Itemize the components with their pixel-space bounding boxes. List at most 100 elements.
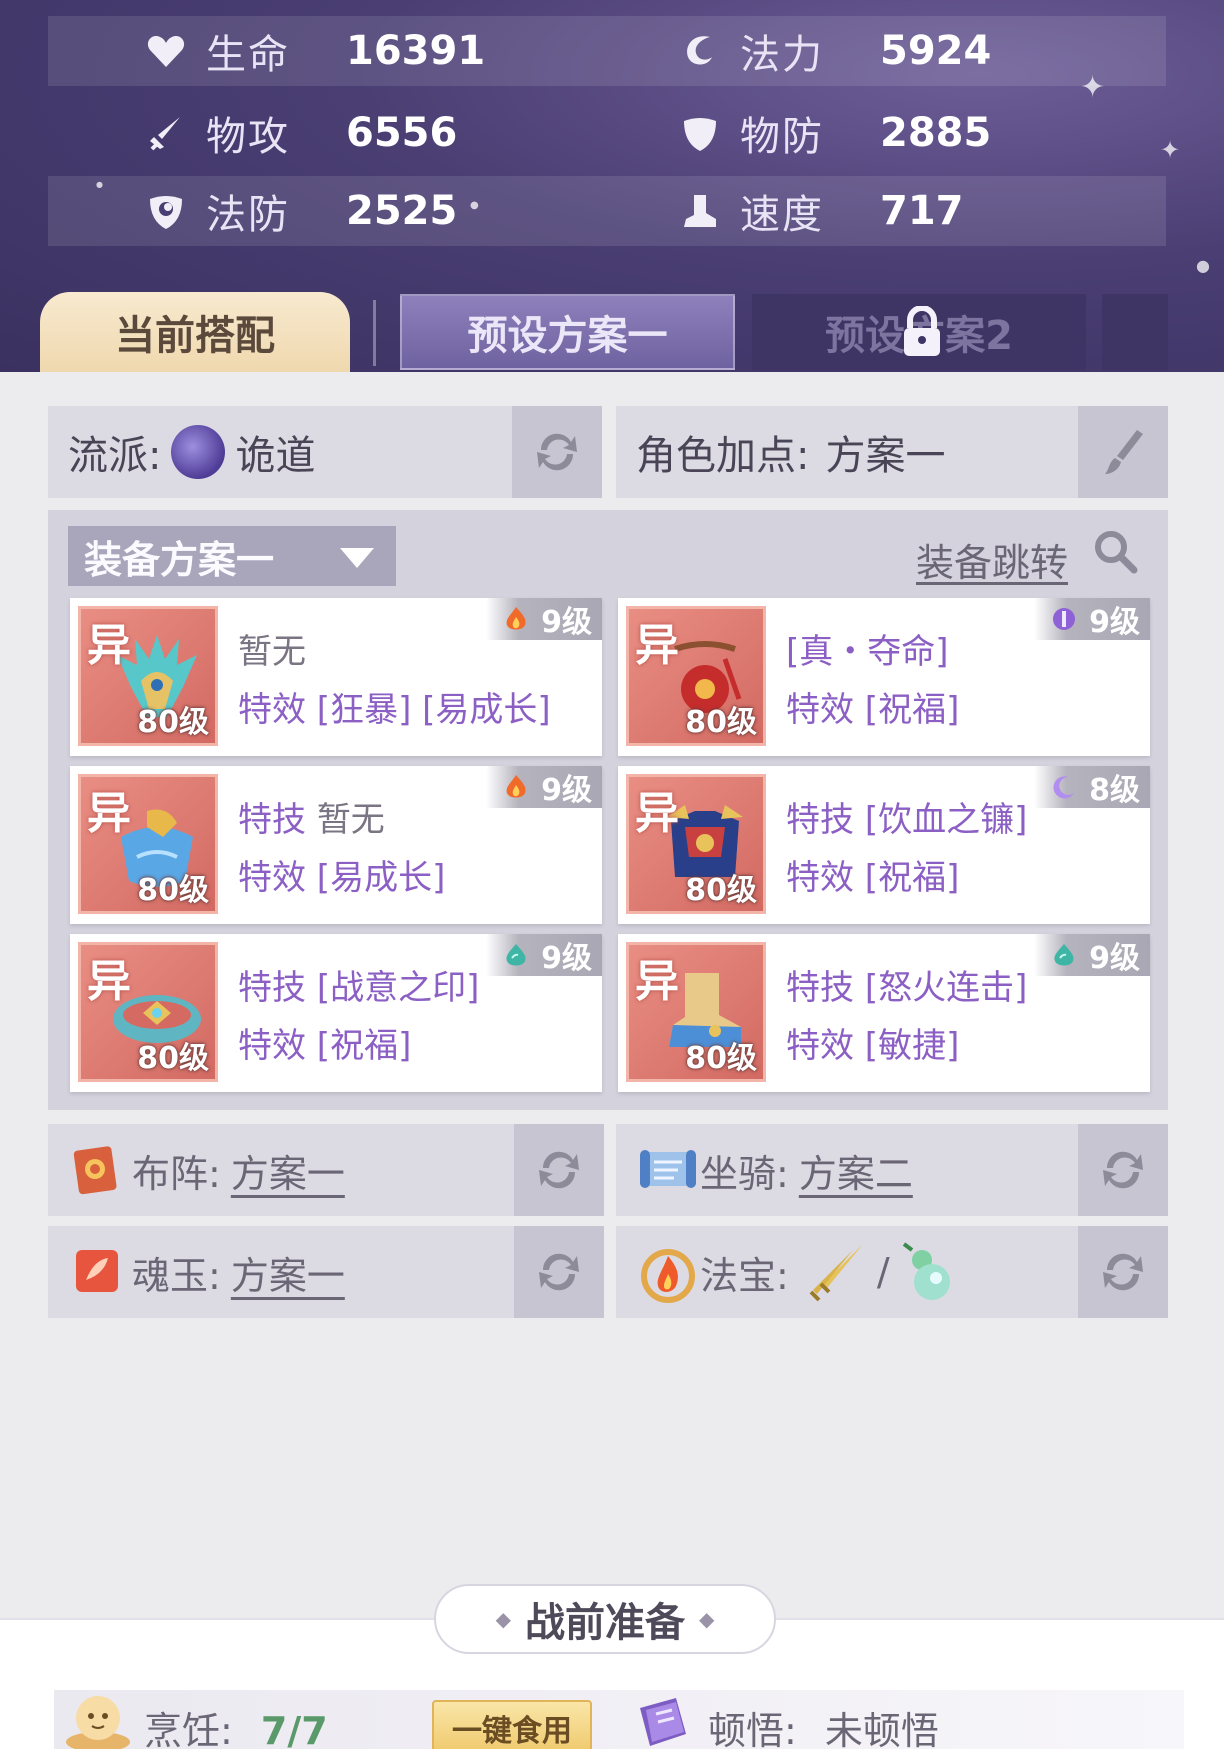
item-skill-prefix: 特技 — [786, 800, 854, 840]
equipment-plan-dropdown[interactable]: 装备方案一 — [68, 526, 396, 586]
cooking-value: 7/7 — [260, 1709, 328, 1749]
formation-info: 布阵: 方案一 — [132, 1124, 345, 1216]
stat-patk: 物攻 6556 — [144, 98, 457, 168]
equipment-card-belt[interactable]: 异 80级 特技 [战意之印] 特效 [祝福] 9级 — [70, 934, 602, 1092]
fire-ring-icon — [638, 1244, 695, 1303]
item-skill: 暂无 — [238, 624, 306, 673]
school-bar: 流派: 诡道 — [48, 406, 602, 498]
tab-preset-2[interactable]: 预设方案2 — [752, 294, 1086, 370]
gem-grade-value: 9级 — [541, 941, 592, 976]
cooking-icon — [62, 1690, 134, 1749]
soul-jade-label: 魂玉: — [132, 1253, 221, 1298]
gem-grade-value: 8级 — [1089, 773, 1140, 808]
eat-all-button[interactable]: 一键食用 — [432, 1700, 592, 1749]
tab-preset-1[interactable]: 预设方案一 — [400, 294, 735, 370]
tab-current-loadout[interactable]: 当前搭配 — [40, 292, 350, 372]
soul-jade-info: 魂玉: 方案一 — [132, 1226, 345, 1318]
equipment-card-armor[interactable]: 异 80级 特技 暂无 特效 [易成长] 9级 — [70, 766, 602, 924]
stat-label: 速度 — [740, 192, 824, 238]
character-stats-header: ✦ ✦ ● ● ● 生命 16391 法力 5924 物攻 6556 物防 28… — [0, 0, 1224, 372]
mount-value[interactable]: 方案二 — [799, 1143, 913, 1198]
equipment-plan-value: 装备方案一 — [84, 537, 275, 582]
item-skill: 特技 [饮血之镰] — [786, 792, 1027, 841]
water-gem-icon — [1054, 944, 1074, 966]
stat-mdef: 法防 2525 — [144, 176, 457, 246]
gem-grade-value: 9级 — [541, 773, 592, 808]
gem-grade: 9级 — [486, 598, 602, 640]
switch-school-button[interactable] — [512, 406, 602, 498]
gem-grade-value: 9级 — [1089, 941, 1140, 976]
gem-grade: 8级 — [1034, 766, 1150, 808]
fire-gem-icon — [506, 607, 526, 630]
daggers-icon[interactable] — [807, 1240, 871, 1304]
stat-value: 2525 — [346, 188, 458, 234]
equipment-thumb: 异 80级 — [626, 774, 766, 914]
rarity-badge: 异 — [87, 956, 131, 1007]
stat-label: 物防 — [740, 114, 824, 160]
gem-grade-value: 9级 — [1089, 605, 1140, 640]
item-level: 80级 — [137, 1041, 209, 1076]
boot-icon — [678, 189, 722, 233]
equipment-card-chest[interactable]: 异 80级 特技 [饮血之镰] 特效 [祝福] 8级 — [618, 766, 1150, 924]
insight-info: 顿悟: 未顿悟 — [708, 1700, 939, 1749]
treasure-separator: / — [876, 1250, 890, 1294]
treasure-bar: 法宝: / — [616, 1226, 1168, 1318]
stat-speed: 速度 717 — [678, 176, 964, 246]
swap-icon — [1103, 1151, 1143, 1189]
item-level: 80级 — [685, 705, 757, 740]
item-skill-value: 暂无 — [316, 800, 385, 840]
equipment-card-necklace[interactable]: 异 80级 [真・夺命] 特效 [祝福] 9级 — [618, 598, 1150, 756]
formation-value[interactable]: 方案一 — [231, 1143, 345, 1198]
item-skill: 特技 暂无 — [238, 792, 385, 841]
scroll-icon — [638, 1142, 696, 1196]
attr-points-label: 角色加点: — [636, 433, 810, 479]
tab-divider — [373, 300, 376, 366]
edit-attr-points-button[interactable] — [1078, 406, 1168, 498]
soul-jade-icon — [70, 1244, 124, 1298]
school-label: 流派: — [68, 433, 162, 479]
gem-grade: 9级 — [1034, 598, 1150, 640]
treasure-label: 法宝: — [700, 1253, 789, 1298]
swap-icon — [1103, 1253, 1143, 1291]
tab-overflow[interactable] — [1102, 294, 1168, 370]
switch-mount-button[interactable] — [1078, 1124, 1168, 1216]
attr-points-info: 角色加点: 方案一 — [636, 406, 945, 498]
stat-row-2: 物攻 6556 物防 2885 — [48, 98, 1166, 168]
rarity-badge: 异 — [87, 620, 131, 671]
stat-label: 物攻 — [206, 114, 290, 160]
battle-prep-header: ◆ 战前准备 ◆ — [434, 1584, 776, 1654]
equipment-thumb: 异 80级 — [78, 942, 218, 1082]
equipment-card-helmet[interactable]: 异 80级 暂无 特效 [狂暴] [易成长] 9级 — [70, 598, 602, 756]
item-effect: 特效 [祝福] — [786, 858, 960, 898]
insight-value: 未顿悟 — [824, 1709, 939, 1749]
item-effect: 特效 [狂暴] [易成长] — [238, 690, 551, 730]
stat-mp: 法力 5924 — [678, 16, 991, 86]
water-gem-icon — [506, 944, 526, 966]
swap-icon — [537, 433, 577, 471]
item-effect: 特效 [祝福] — [238, 1026, 412, 1066]
equipment-jump-link[interactable]: 装备跳转 — [916, 532, 1068, 587]
switch-treasure-button[interactable] — [1078, 1226, 1168, 1318]
equipment-card-boots[interactable]: 异 80级 特技 [怒火连击] 特效 [敏捷] 9级 — [618, 934, 1150, 1092]
gourd-icon[interactable] — [896, 1240, 960, 1304]
diamond-icon: ◆ — [495, 1607, 511, 1631]
item-skill: 特技 [怒火连击] — [786, 960, 1027, 1009]
stat-row-1: 生命 16391 法力 5924 — [48, 16, 1166, 86]
brush-icon — [1105, 430, 1143, 474]
stat-label: 生命 — [206, 32, 290, 78]
switch-formation-button[interactable] — [514, 1124, 604, 1216]
switch-soul-jade-button[interactable] — [514, 1226, 604, 1318]
rarity-badge: 异 — [635, 620, 679, 671]
rarity-badge: 异 — [87, 788, 131, 839]
search-icon[interactable] — [1092, 528, 1138, 578]
item-skill-prefix: 特技 — [238, 800, 306, 840]
mount-label: 坐骑: — [700, 1151, 789, 1196]
stat-value: 6556 — [346, 110, 458, 156]
soul-jade-value[interactable]: 方案一 — [231, 1245, 345, 1300]
stat-row-3: 法防 2525 速度 717 — [48, 176, 1166, 246]
shield-icon — [678, 111, 722, 155]
item-level: 80级 — [137, 873, 209, 908]
lock-icon — [900, 305, 944, 368]
magic-shield-icon — [144, 189, 188, 233]
stat-value: 2885 — [880, 110, 992, 156]
